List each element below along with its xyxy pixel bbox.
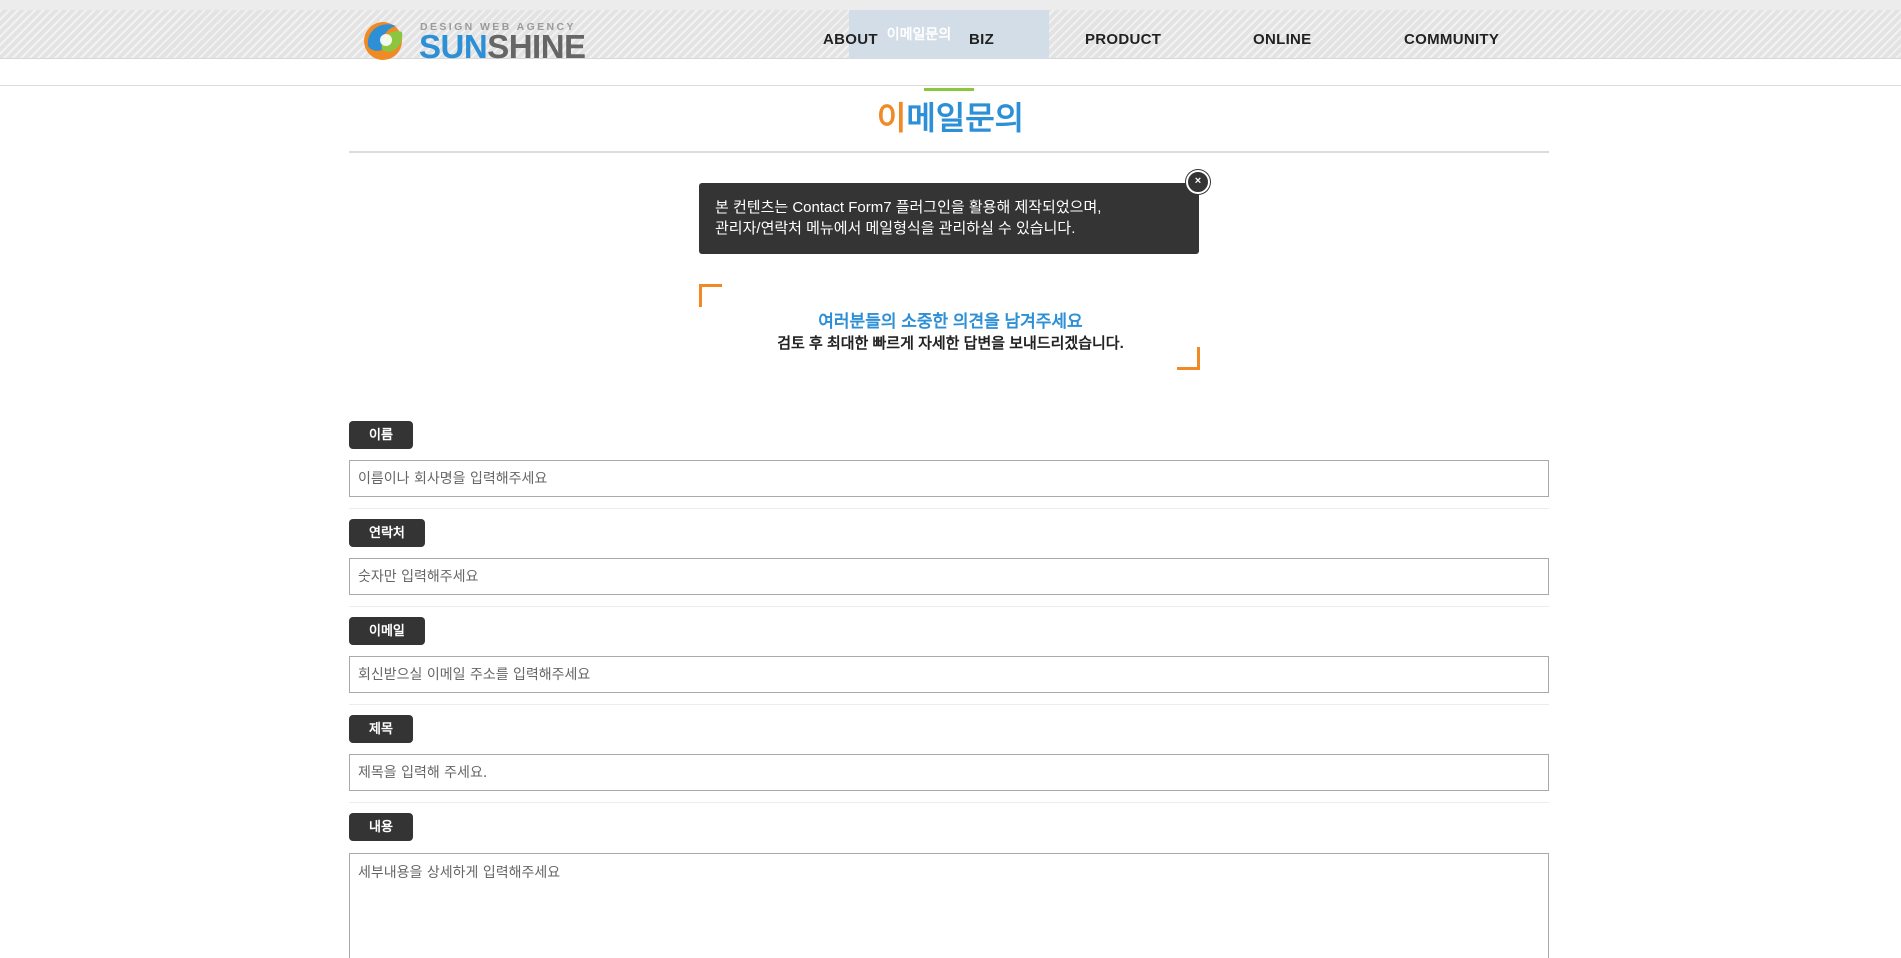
field-divider <box>349 802 1549 803</box>
notice-line-1: 본 컨텐츠는 Contact Form7 플러그인을 활용해 제작되었으며, <box>715 199 1102 216</box>
logo-word-shine: SHINE <box>487 28 586 65</box>
contact-label: 연락처 <box>349 519 425 547</box>
top-strip <box>0 0 1901 10</box>
plugin-notice: 본 컨텐츠는 Contact Form7 플러그인을 활용해 제작되었으며, 관… <box>699 183 1199 254</box>
notice-close-button[interactable]: × <box>1186 170 1210 194</box>
logo-word-sun: SUN <box>419 28 488 65</box>
nav-active-highlight: 이메일문의 <box>849 10 1049 59</box>
email-label: 이메일 <box>349 617 425 645</box>
nav-item-about[interactable]: ABOUT <box>823 31 878 48</box>
page-title-rest: 메일문의 <box>906 100 1025 136</box>
field-divider <box>349 508 1549 509</box>
intro-heading: 여러분들의 소중한 의견을 남겨주세요 <box>818 312 1083 331</box>
field-divider <box>349 606 1549 607</box>
subject-input[interactable] <box>349 754 1549 791</box>
logo-wordmark: SUNSHINE <box>419 30 586 63</box>
header-divider <box>0 85 1901 86</box>
page-title-first-char: 이 <box>876 100 907 136</box>
intro-subheading: 검토 후 최대한 빠르게 자세한 답변을 보내드리겠습니다. <box>777 335 1124 352</box>
message-textarea[interactable] <box>349 853 1549 958</box>
title-accent-bar <box>924 88 974 91</box>
nav-item-online[interactable]: ONLINE <box>1253 31 1311 48</box>
bracket-bottom-right-decoration <box>1177 347 1200 370</box>
notice-line-2: 관리자/연락처 메뉴에서 메일형식을 관리하실 수 있습니다. <box>715 220 1076 237</box>
subject-label: 제목 <box>349 715 413 743</box>
bracket-top-left-decoration <box>699 284 722 307</box>
name-input[interactable] <box>349 460 1549 497</box>
message-label: 내용 <box>349 813 413 841</box>
page-title: 이메일문의 <box>0 98 1901 138</box>
title-divider <box>349 151 1549 153</box>
email-input[interactable] <box>349 656 1549 693</box>
sunshine-logo-icon <box>364 22 403 60</box>
name-label: 이름 <box>349 421 413 449</box>
nav-item-biz[interactable]: BIZ <box>969 31 994 48</box>
field-divider <box>349 704 1549 705</box>
nav-item-product[interactable]: PRODUCT <box>1085 31 1161 48</box>
contact-input[interactable] <box>349 558 1549 595</box>
site-logo[interactable]: DESIGN WEB AGENCY SUNSHINE <box>362 16 586 66</box>
nav-item-community[interactable]: COMMUNITY <box>1404 31 1499 48</box>
